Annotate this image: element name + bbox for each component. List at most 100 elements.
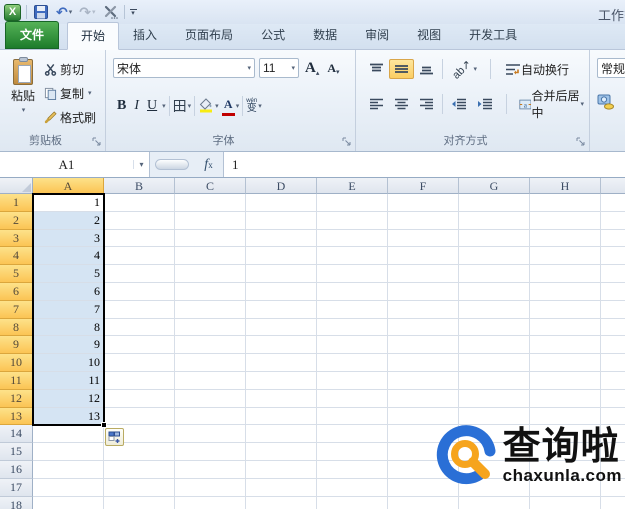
shrink-font-button[interactable]: A ▾: [325, 61, 341, 76]
cell-C5[interactable]: [175, 265, 246, 283]
cell-A11[interactable]: 11: [33, 372, 104, 390]
font-name-combo[interactable]: 宋体 ▾: [113, 58, 255, 78]
row-header-16[interactable]: 16: [0, 461, 33, 479]
cell-I8[interactable]: [601, 319, 625, 337]
cell-F9[interactable]: [388, 336, 459, 354]
save-button[interactable]: [32, 3, 50, 21]
cell-E10[interactable]: [317, 354, 388, 372]
cell-B7[interactable]: [104, 301, 175, 319]
cell-C8[interactable]: [175, 319, 246, 337]
cell-A13[interactable]: 13: [33, 408, 104, 426]
row-header-10[interactable]: 10: [0, 354, 33, 372]
col-header-H[interactable]: H: [530, 178, 601, 194]
cell-C12[interactable]: [175, 390, 246, 408]
cell-E3[interactable]: [317, 230, 388, 248]
clipboard-dialog-launcher[interactable]: [92, 137, 102, 147]
row-header-2[interactable]: 2: [0, 212, 33, 230]
cell-C9[interactable]: [175, 336, 246, 354]
cell-D16[interactable]: [246, 461, 317, 479]
row-header-9[interactable]: 9: [0, 336, 33, 354]
cell-I11[interactable]: [601, 372, 625, 390]
cell-E17[interactable]: [317, 479, 388, 497]
font-color-dropdown-arrow[interactable]: ▾: [236, 102, 240, 110]
cell-B3[interactable]: [104, 230, 175, 248]
cell-E15[interactable]: [317, 443, 388, 461]
cell-B17[interactable]: [104, 479, 175, 497]
copy-button[interactable]: 复制 ▾: [44, 82, 92, 104]
number-format-combo[interactable]: 常规: [597, 58, 625, 78]
name-box[interactable]: A1 ▾: [0, 152, 150, 177]
cell-D13[interactable]: [246, 408, 317, 426]
cell-A2[interactable]: 2: [33, 212, 104, 230]
undo-dropdown-arrow[interactable]: ▾: [69, 8, 73, 16]
cell-G12[interactable]: [459, 390, 530, 408]
tab-file[interactable]: 文件: [5, 21, 59, 49]
tab-formulas[interactable]: 公式: [247, 21, 299, 49]
merge-center-button[interactable]: a 合并后居中 ▾: [514, 83, 589, 125]
cell-F1[interactable]: [388, 194, 459, 212]
cell-D6[interactable]: [246, 283, 317, 301]
cell-E4[interactable]: [317, 247, 388, 265]
cell-B2[interactable]: [104, 212, 175, 230]
tab-developer[interactable]: 开发工具: [455, 21, 531, 49]
row-header-11[interactable]: 11: [0, 372, 33, 390]
tab-data[interactable]: 数据: [299, 21, 351, 49]
cell-C14[interactable]: [175, 425, 246, 443]
cell-C11[interactable]: [175, 372, 246, 390]
insert-function-button[interactable]: fx: [194, 152, 224, 177]
cell-I18[interactable]: [601, 497, 625, 509]
customize-qat-button[interactable]: ▾: [130, 9, 137, 16]
cell-H6[interactable]: [530, 283, 601, 301]
cell-E7[interactable]: [317, 301, 388, 319]
tab-home[interactable]: 开始: [67, 22, 119, 50]
row-header-5[interactable]: 5: [0, 265, 33, 283]
currency-icon[interactable]: [597, 94, 615, 110]
cell-D3[interactable]: [246, 230, 317, 248]
fill-color-button[interactable]: [198, 97, 214, 116]
name-box-dropdown-arrow[interactable]: ▾: [133, 160, 149, 169]
cell-B9[interactable]: [104, 336, 175, 354]
cell-G1[interactable]: [459, 194, 530, 212]
cell-G5[interactable]: [459, 265, 530, 283]
cell-C7[interactable]: [175, 301, 246, 319]
cell-G2[interactable]: [459, 212, 530, 230]
col-header-A[interactable]: A: [33, 178, 104, 194]
borders-button[interactable]: 田: [173, 96, 187, 116]
cell-E5[interactable]: [317, 265, 388, 283]
cell-C16[interactable]: [175, 461, 246, 479]
align-middle-button[interactable]: [389, 59, 414, 79]
cell-I12[interactable]: [601, 390, 625, 408]
cell-C1[interactable]: [175, 194, 246, 212]
cell-B13[interactable]: [104, 408, 175, 426]
cell-E9[interactable]: [317, 336, 388, 354]
cell-D2[interactable]: [246, 212, 317, 230]
align-top-button[interactable]: [364, 59, 389, 79]
borders-dropdown-arrow[interactable]: ▾: [188, 102, 192, 110]
alignment-dialog-launcher[interactable]: [576, 137, 586, 147]
cell-A5[interactable]: 5: [33, 265, 104, 283]
cell-E12[interactable]: [317, 390, 388, 408]
cell-B1[interactable]: [104, 194, 175, 212]
cell-H11[interactable]: [530, 372, 601, 390]
cell-A9[interactable]: 9: [33, 336, 104, 354]
increase-indent-button[interactable]: [472, 94, 498, 114]
paste-button[interactable]: 粘贴 ▾: [6, 56, 40, 134]
cell-G13[interactable]: [459, 408, 530, 426]
phonetic-guide-button[interactable]: wén 变: [246, 98, 257, 114]
bold-button[interactable]: B: [113, 97, 130, 115]
cell-F6[interactable]: [388, 283, 459, 301]
align-right-button[interactable]: [414, 94, 439, 114]
underline-button[interactable]: U: [143, 97, 161, 115]
cell-H1[interactable]: [530, 194, 601, 212]
col-header-I[interactable]: I: [601, 178, 625, 194]
cell-B8[interactable]: [104, 319, 175, 337]
cell-A17[interactable]: [33, 479, 104, 497]
cell-I6[interactable]: [601, 283, 625, 301]
align-bottom-button[interactable]: [414, 59, 439, 79]
cell-I5[interactable]: [601, 265, 625, 283]
cell-F7[interactable]: [388, 301, 459, 319]
cell-H13[interactable]: [530, 408, 601, 426]
cell-A8[interactable]: 8: [33, 319, 104, 337]
row-header-7[interactable]: 7: [0, 301, 33, 319]
cell-A1[interactable]: 1: [33, 194, 104, 212]
